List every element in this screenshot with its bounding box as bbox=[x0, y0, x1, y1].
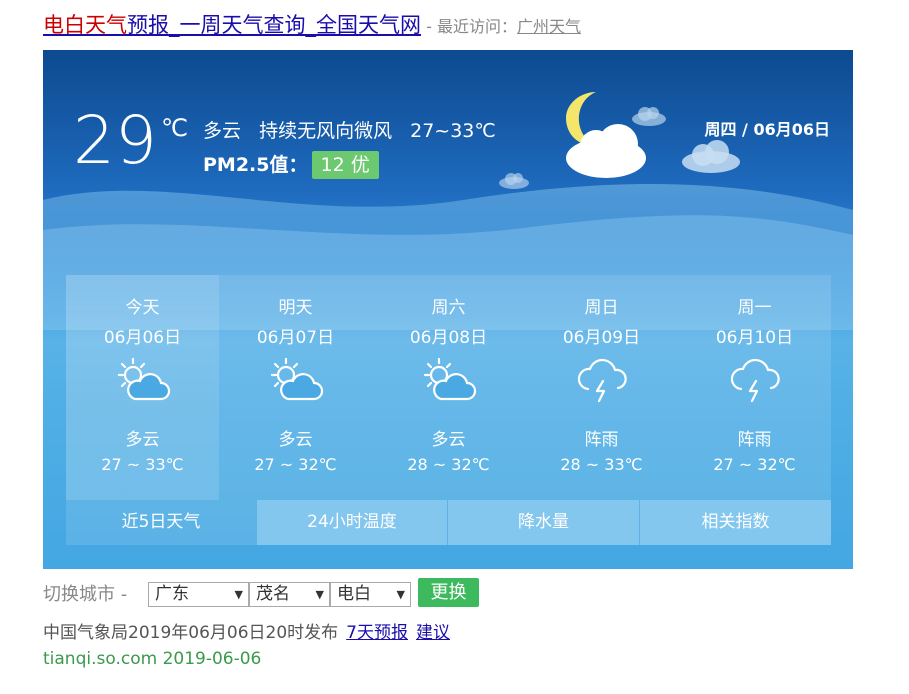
seven-day-link[interactable]: 7天预报 bbox=[346, 623, 408, 643]
publish-info: 中国气象局2019年06月06日20时发布 7天预报 建议 bbox=[43, 618, 450, 643]
forecast-panel: 今天 06月06日 多云 27 ~ 33℃ 明天 06月07日 多云 27 ~ 32℃ 周六 06… bbox=[66, 275, 831, 545]
day-weather: 多云 bbox=[278, 430, 313, 450]
forecast-day: 周一 06月10日 阵雨 27 ~ 32℃ bbox=[678, 275, 831, 500]
forecast-day: 周六 06月08日 多云 28 ~ 32℃ bbox=[372, 275, 525, 500]
title-highlight: 电白天气 bbox=[43, 13, 127, 37]
forecast-day: 明天 06月07日 多云 27 ~ 32℃ bbox=[219, 275, 372, 500]
suggest-link[interactable]: 建议 bbox=[416, 623, 450, 643]
cloud-icon bbox=[682, 140, 740, 173]
recent-visit-link[interactable]: 广州天气 bbox=[517, 17, 581, 36]
forecast-day: 今天 06月06日 多云 27 ~ 33℃ bbox=[66, 275, 219, 500]
source-url: tianqi.so.com 2019-06-06 bbox=[43, 649, 262, 669]
partly-cloudy-icon bbox=[419, 355, 479, 407]
day-weather: 阵雨 bbox=[584, 430, 619, 450]
current-condition: 多云 bbox=[203, 120, 242, 142]
current-date: 周四 / 06月06日 bbox=[704, 120, 830, 139]
forecast-tabs: 近5日天气 24小时温度 降水量 相关指数 bbox=[66, 500, 831, 545]
day-date: 06月07日 bbox=[256, 328, 335, 348]
day-temp-range: 27 ~ 32℃ bbox=[254, 455, 337, 474]
page-title-row: 电白天气预报_一周天气查询_全国天气网 - 最近访问：广州天气 bbox=[43, 10, 581, 40]
tab-24h-temp[interactable]: 24小时温度 bbox=[256, 500, 447, 545]
day-name: 周日 bbox=[584, 298, 619, 318]
switch-city-label: 切换城市 - bbox=[43, 584, 128, 605]
partly-cloudy-icon bbox=[266, 355, 326, 407]
day-name: 今天 bbox=[125, 298, 160, 318]
day-weather: 多云 bbox=[125, 430, 160, 450]
province-select[interactable]: 广东 ▼ bbox=[148, 582, 249, 607]
thunder-shower-icon bbox=[572, 355, 632, 407]
province-value: 广东 bbox=[155, 584, 189, 604]
chevron-down-icon: ▼ bbox=[396, 588, 405, 601]
current-temperature: 29 bbox=[73, 102, 157, 179]
day-date: 06月09日 bbox=[562, 328, 641, 348]
aqi-badge: 12 优 bbox=[311, 151, 379, 179]
day-name: 周六 bbox=[431, 298, 466, 318]
day-temp-range: 28 ~ 33℃ bbox=[560, 455, 643, 474]
day-temp-range: 27 ~ 33℃ bbox=[101, 455, 184, 474]
pm25-line: PM2.5值： 12 优 bbox=[203, 150, 379, 179]
tab-precipitation[interactable]: 降水量 bbox=[447, 500, 639, 545]
day-weather: 阵雨 bbox=[737, 430, 772, 450]
district-value: 电白 bbox=[337, 584, 371, 604]
day-temp-range: 27 ~ 32℃ bbox=[713, 455, 796, 474]
publish-text: 中国气象局2019年06月06日20时发布 bbox=[43, 623, 339, 643]
moon-cloud-icon bbox=[566, 92, 646, 178]
day-temp-range: 28 ~ 32℃ bbox=[407, 455, 490, 474]
page-title-link[interactable]: 电白天气预报_一周天气查询_全国天气网 bbox=[43, 13, 421, 37]
chevron-down-icon: ▼ bbox=[234, 588, 243, 601]
current-range: 27~33℃ bbox=[410, 120, 496, 142]
recent-visit-prefix: - 最近访问： bbox=[421, 17, 517, 36]
day-weather: 多云 bbox=[431, 430, 466, 450]
change-city-button[interactable]: 更换 bbox=[418, 578, 479, 607]
current-wind: 持续无风向微风 bbox=[259, 120, 393, 142]
weather-card: 29 ℃ 多云 持续无风向微风 27~33℃ PM2.5值： 12 优 周四 / … bbox=[43, 50, 853, 569]
current-condition-line: 多云 持续无风向微风 27~33℃ bbox=[203, 116, 508, 143]
city-select[interactable]: 茂名 ▼ bbox=[249, 582, 330, 607]
day-date: 06月08日 bbox=[409, 328, 488, 348]
pm25-label: PM2.5值： bbox=[203, 154, 308, 176]
forecast-day: 周日 06月09日 阵雨 28 ~ 33℃ bbox=[525, 275, 678, 500]
district-select[interactable]: 电白 ▼ bbox=[330, 582, 411, 607]
title-rest: 预报_一周天气查询_全国天气网 bbox=[127, 13, 421, 37]
city-value: 茂名 bbox=[256, 584, 290, 604]
temperature-unit: ℃ bbox=[161, 114, 188, 142]
tab-5day[interactable]: 近5日天气 bbox=[66, 500, 256, 545]
partly-cloudy-icon bbox=[113, 355, 173, 407]
small-cloud-icon bbox=[632, 107, 666, 126]
small-cloud-icon bbox=[499, 173, 529, 189]
day-name: 明天 bbox=[278, 298, 313, 318]
chevron-down-icon: ▼ bbox=[315, 588, 324, 601]
day-date: 06月06日 bbox=[103, 328, 182, 348]
thunder-shower-icon bbox=[725, 355, 785, 407]
day-date: 06月10日 bbox=[715, 328, 794, 348]
day-name: 周一 bbox=[737, 298, 772, 318]
tab-indices[interactable]: 相关指数 bbox=[639, 500, 831, 545]
